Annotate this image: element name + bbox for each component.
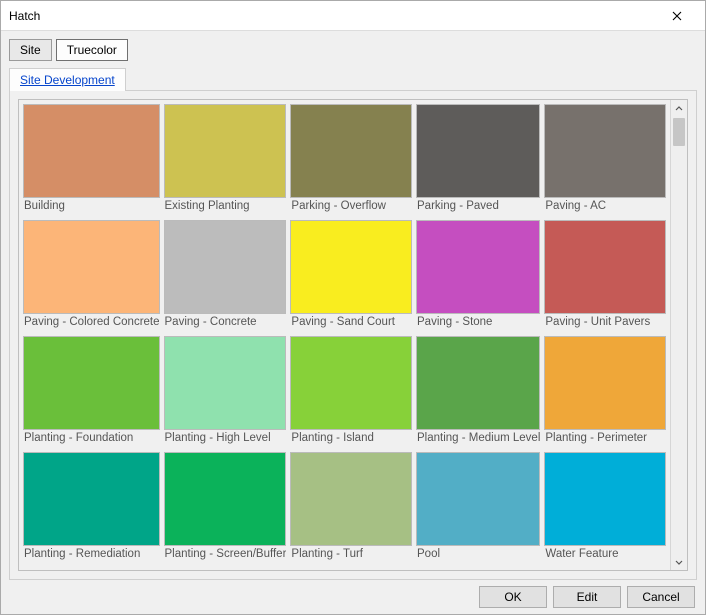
scroll-host: BuildingExisting PlantingParking - Overf… — [18, 99, 688, 571]
swatch-label: Paving - Stone — [416, 316, 540, 332]
swatch-color[interactable] — [290, 336, 412, 430]
swatch-color[interactable] — [164, 104, 287, 198]
titlebar: Hatch — [1, 1, 705, 31]
swatch-cell[interactable]: Planting - Perimeter — [544, 336, 666, 448]
swatch-color[interactable] — [23, 220, 160, 314]
swatch-cell[interactable]: Planting - Island — [290, 336, 412, 448]
swatch-label: Planting - Medium Level — [416, 432, 540, 448]
swatch-cell[interactable]: Existing Planting — [164, 104, 287, 216]
swatch-color[interactable] — [544, 336, 666, 430]
swatch-cell[interactable]: Paving - Sand Court — [290, 220, 412, 332]
swatch-panel: BuildingExisting PlantingParking - Overf… — [9, 90, 697, 580]
swatch-color[interactable] — [416, 220, 540, 314]
close-icon — [672, 11, 682, 21]
swatch-cell[interactable]: Water Feature — [544, 452, 666, 564]
swatch-label: Paving - Unit Pavers — [544, 316, 666, 332]
swatch-cell[interactable]: Planting - High Level — [164, 336, 287, 448]
swatch-cell[interactable]: Paving - AC — [544, 104, 666, 216]
scroll-up-arrow[interactable] — [671, 100, 687, 117]
window-title: Hatch — [9, 9, 40, 23]
swatch-color[interactable] — [164, 452, 287, 546]
swatch-label: Planting - Remediation — [23, 548, 160, 564]
swatch-label: Parking - Paved — [416, 200, 540, 216]
swatch-label: Paving - Concrete — [164, 316, 287, 332]
vertical-scrollbar[interactable] — [670, 100, 687, 570]
tab-site[interactable]: Site — [9, 39, 52, 61]
swatch-color[interactable] — [23, 104, 160, 198]
top-tab-row: Site Truecolor — [9, 39, 697, 61]
scrollbar-thumb[interactable] — [673, 118, 685, 146]
swatch-cell[interactable]: Paving - Concrete — [164, 220, 287, 332]
client-area: Site Truecolor Site Development Building… — [1, 31, 705, 614]
swatch-label: Building — [23, 200, 160, 216]
swatch-label: Planting - Screen/Buffer — [164, 548, 287, 564]
swatch-label: Planting - Turf — [290, 548, 412, 564]
swatch-cell[interactable]: Parking - Overflow — [290, 104, 412, 216]
swatch-cell[interactable]: Building — [23, 104, 160, 216]
swatch-color[interactable] — [290, 452, 412, 546]
swatch-color[interactable] — [164, 220, 287, 314]
swatch-cell[interactable]: Planting - Screen/Buffer — [164, 452, 287, 564]
swatch-label: Paving - Sand Court — [290, 316, 412, 332]
edit-button[interactable]: Edit — [553, 586, 621, 608]
swatch-color[interactable] — [544, 452, 666, 546]
swatch-label: Parking - Overflow — [290, 200, 412, 216]
dialog-footer: OK Edit Cancel — [9, 580, 697, 608]
swatch-color[interactable] — [416, 104, 540, 198]
swatch-label: Planting - High Level — [164, 432, 287, 448]
swatch-cell[interactable]: Planting - Remediation — [23, 452, 160, 564]
swatch-label: Pool — [416, 548, 540, 564]
chevron-down-icon — [675, 558, 683, 566]
swatch-cell[interactable]: Planting - Medium Level — [416, 336, 540, 448]
swatch-cell[interactable]: Planting - Foundation — [23, 336, 160, 448]
close-button[interactable] — [657, 2, 697, 30]
swatch-label: Paving - AC — [544, 200, 666, 216]
scroll-down-arrow[interactable] — [671, 553, 687, 570]
swatch-label: Planting - Island — [290, 432, 412, 448]
subtab-site-development[interactable]: Site Development — [9, 68, 126, 91]
swatch-label: Planting - Foundation — [23, 432, 160, 448]
swatch-cell[interactable]: Paving - Colored Concrete — [23, 220, 160, 332]
swatch-color[interactable] — [290, 104, 412, 198]
ok-button[interactable]: OK — [479, 586, 547, 608]
swatch-label: Paving - Colored Concrete — [23, 316, 160, 332]
swatch-label: Existing Planting — [164, 200, 287, 216]
tab-truecolor[interactable]: Truecolor — [56, 39, 128, 61]
swatch-color[interactable] — [290, 220, 412, 314]
swatch-cell[interactable]: Paving - Stone — [416, 220, 540, 332]
swatch-color[interactable] — [416, 452, 540, 546]
swatch-cell[interactable]: Pool — [416, 452, 540, 564]
chevron-up-icon — [675, 105, 683, 113]
swatch-area: BuildingExisting PlantingParking - Overf… — [19, 100, 670, 570]
swatch-color[interactable] — [416, 336, 540, 430]
swatch-cell[interactable]: Paving - Unit Pavers — [544, 220, 666, 332]
subtab-link[interactable]: Site Development — [20, 73, 115, 87]
cancel-button[interactable]: Cancel — [627, 586, 695, 608]
sub-tab-row: Site Development — [9, 67, 697, 90]
swatch-color[interactable] — [544, 220, 666, 314]
swatch-label: Planting - Perimeter — [544, 432, 666, 448]
hatch-dialog: Hatch Site Truecolor Site Development Bu… — [0, 0, 706, 615]
swatch-color[interactable] — [23, 336, 160, 430]
swatch-color[interactable] — [23, 452, 160, 546]
swatch-color[interactable] — [544, 104, 666, 198]
swatch-grid: BuildingExisting PlantingParking - Overf… — [23, 104, 666, 564]
swatch-color[interactable] — [164, 336, 287, 430]
swatch-cell[interactable]: Planting - Turf — [290, 452, 412, 564]
swatch-cell[interactable]: Parking - Paved — [416, 104, 540, 216]
swatch-label: Water Feature — [544, 548, 666, 564]
